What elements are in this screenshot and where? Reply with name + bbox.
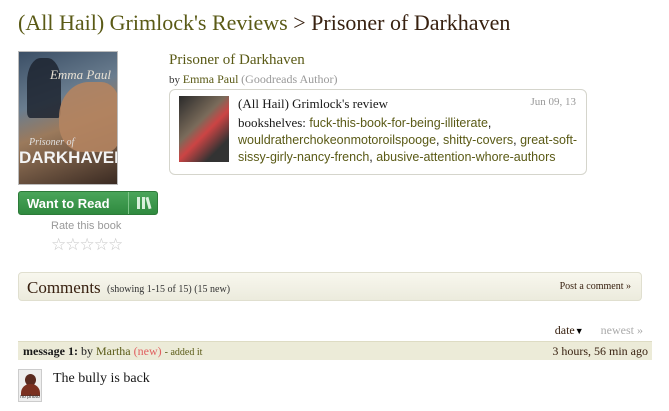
cover-title-text: DARKHAVEN xyxy=(19,148,118,167)
rate-this-book-label: Rate this book xyxy=(51,220,122,232)
sort-newest-link[interactable]: newest » xyxy=(601,323,643,337)
author-link[interactable]: Emma Paul xyxy=(183,72,239,86)
breadcrumb-reviews-link[interactable]: (All Hail) Grimlock's Reviews xyxy=(18,10,288,35)
want-to-read-label: Want to Read xyxy=(27,196,110,211)
author-line: by Emma Paul (Goodreads Author) xyxy=(169,72,337,87)
message-status: - added it xyxy=(164,347,203,358)
book-cover[interactable]: Emma Paul Prisoner of DARKHAVEN xyxy=(18,51,118,185)
page-title: (All Hail) Grimlock's Reviews > Prisoner… xyxy=(18,10,510,36)
sort-by-date[interactable]: date xyxy=(555,323,575,337)
message-number: message 1: xyxy=(23,344,78,358)
message-header: message 1: by Martha (new) - added it 3 … xyxy=(18,341,652,360)
star-icon-5[interactable]: ☆ xyxy=(108,235,123,254)
comments-title: Comments xyxy=(27,278,101,297)
comments-count: (showing 1-15 of 15) (15 new) xyxy=(107,284,231,295)
message-timestamp[interactable]: 3 hours, 56 min ago xyxy=(552,344,648,359)
star-rating[interactable]: ☆☆☆☆☆ xyxy=(51,235,123,255)
post-comment-link[interactable]: Post a comment » xyxy=(560,281,631,292)
shelf-link[interactable]: wouldratherchokeonmotoroilspooge xyxy=(238,133,436,147)
cover-pre-title: Prisoner of xyxy=(29,137,75,148)
book-title-link[interactable]: Prisoner of Darkhaven xyxy=(169,52,305,69)
by-label: by xyxy=(169,74,180,86)
want-to-read-button[interactable]: Want to Read xyxy=(18,191,158,215)
star-icon-1[interactable]: ☆ xyxy=(51,235,66,254)
review-box: (All Hail) Grimlock's review Jun 09, 13 … xyxy=(169,89,587,175)
bookshelves-list: bookshelves: fuck-this-book-for-being-il… xyxy=(238,115,578,164)
shelf-dropdown-icon[interactable] xyxy=(128,192,157,214)
new-badge: (new) xyxy=(133,344,162,358)
cover-author-text: Emma Paul xyxy=(49,67,111,82)
shelf-link[interactable]: shitty-covers xyxy=(443,133,513,147)
breadcrumb-separator: > xyxy=(287,10,312,35)
page-title-text: Prisoner of Darkhaven xyxy=(311,10,511,35)
shelf-link[interactable]: abusive-attention-whore-authors xyxy=(376,150,555,164)
star-icon-3[interactable]: ☆ xyxy=(80,235,95,254)
message-by: by xyxy=(80,344,93,358)
star-icon-2[interactable]: ☆ xyxy=(65,235,80,254)
star-icon-4[interactable]: ☆ xyxy=(94,235,109,254)
bookshelves-label: bookshelves: xyxy=(238,115,306,130)
reviewer-thumbnail[interactable] xyxy=(179,96,229,162)
message-meta: message 1: by Martha (new) - added it xyxy=(23,344,202,359)
comment-sort: date▼ newest » xyxy=(555,323,643,338)
shelf-link[interactable]: fuck-this-book-for-being-illiterate xyxy=(309,116,488,130)
message-body: The bully is back xyxy=(53,371,150,386)
avatar[interactable]: no photo xyxy=(18,369,42,402)
comments-header: Comments (showing 1-15 of 15) (15 new) P… xyxy=(18,272,642,301)
avatar-no-photo-text: no photo xyxy=(20,394,40,400)
message-user-link[interactable]: Martha xyxy=(96,344,131,358)
goodreads-author-note: (Goodreads Author) xyxy=(241,72,338,86)
review-date: Jun 09, 13 xyxy=(530,96,576,108)
review-title[interactable]: (All Hail) Grimlock's review xyxy=(238,96,388,112)
sort-arrow-icon[interactable]: ▼ xyxy=(575,326,584,336)
